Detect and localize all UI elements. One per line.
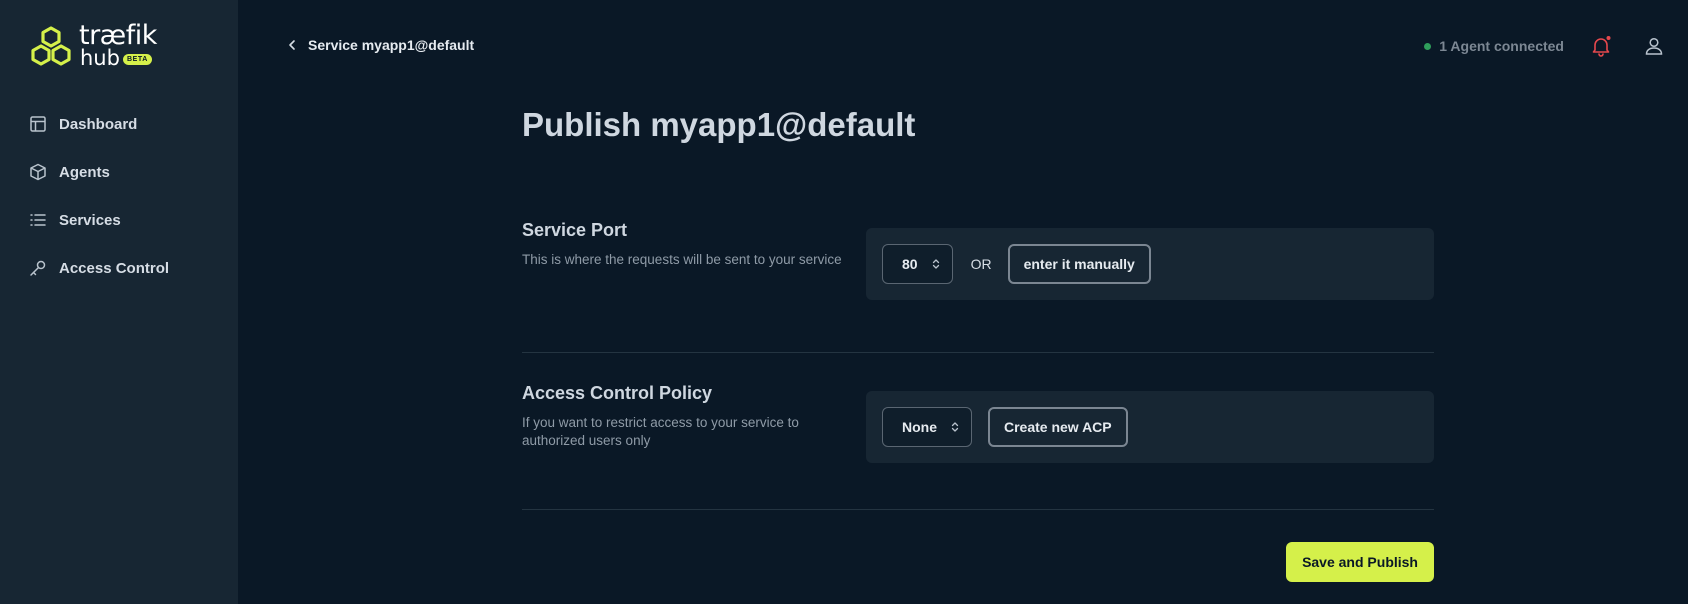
key-icon bbox=[30, 260, 46, 276]
access-control-controls: None Create new ACP bbox=[866, 391, 1434, 463]
sidebar-item-access-control[interactable]: Access Control bbox=[0, 244, 238, 292]
chevron-left-icon bbox=[289, 40, 295, 50]
sidebar-item-dashboard[interactable]: Dashboard bbox=[0, 100, 238, 148]
cube-icon bbox=[30, 163, 46, 181]
action-row: Save and Publish bbox=[522, 510, 1434, 600]
port-select-value: 80 bbox=[902, 256, 918, 272]
page-title: Publish myapp1@default bbox=[522, 106, 916, 143]
create-acp-button[interactable]: Create new ACP bbox=[988, 407, 1128, 447]
agent-status: 1 Agent connected bbox=[1424, 38, 1564, 54]
sidebar-item-label: Agents bbox=[59, 163, 110, 181]
back-link[interactable]: Service myapp1@default bbox=[288, 37, 474, 53]
sidebar-item-label: Access Control bbox=[59, 259, 170, 277]
or-separator: OR bbox=[970, 256, 992, 272]
create-acp-label: Create new ACP bbox=[1004, 419, 1112, 435]
save-and-publish-button[interactable]: Save and Publish bbox=[1286, 542, 1434, 582]
service-port-heading: Service Port bbox=[522, 220, 628, 240]
main-content: Publish myapp1@default Service Port This… bbox=[522, 100, 1434, 600]
brand-subname: hub bbox=[80, 46, 120, 70]
sidebar-item-agents[interactable]: Agents bbox=[0, 148, 238, 196]
access-control-label-group: Access Control Policy If you want to res… bbox=[522, 383, 842, 450]
service-port-label-group: Service Port This is where the requests … bbox=[522, 220, 842, 269]
chevron-up-down-icon bbox=[932, 259, 939, 269]
bell-icon bbox=[1592, 36, 1611, 57]
service-port-section: Service Port This is where the requests … bbox=[522, 203, 1434, 353]
traefik-hub-logo[interactable]: træfik hub BETA bbox=[29, 20, 159, 70]
sidebar: træfik hub BETA Dashboard Agents Service… bbox=[0, 0, 238, 604]
access-control-heading: Access Control Policy bbox=[522, 383, 713, 403]
port-select[interactable]: 80 bbox=[882, 244, 953, 284]
enter-manually-label: enter it manually bbox=[1023, 256, 1135, 272]
access-control-section: Access Control Policy If you want to res… bbox=[522, 353, 1434, 510]
sidebar-item-label: Dashboard bbox=[59, 115, 138, 133]
sidebar-item-label: Services bbox=[59, 211, 121, 229]
user-menu-button[interactable] bbox=[1644, 36, 1664, 61]
service-port-description: This is where the requests will be sent … bbox=[522, 252, 842, 267]
layout-icon bbox=[30, 116, 46, 132]
enter-manually-button[interactable]: enter it manually bbox=[1007, 244, 1151, 284]
user-icon bbox=[1645, 37, 1663, 55]
list-icon bbox=[30, 214, 46, 226]
access-control-description: If you want to restrict access to your s… bbox=[522, 415, 799, 448]
app: træfik hub BETA Dashboard Agents Service… bbox=[0, 0, 1688, 604]
acp-select-value: None bbox=[902, 419, 937, 435]
chevron-up-down-icon bbox=[951, 422, 959, 432]
hexagon-logo-icon bbox=[31, 26, 71, 66]
status-dot-icon bbox=[1424, 42, 1432, 50]
topbar: Service myapp1@default 1 Agent connected bbox=[238, 0, 1688, 94]
agent-status-text: 1 Agent connected bbox=[1439, 38, 1564, 54]
sidebar-nav: Dashboard Agents Services Access Control bbox=[0, 100, 238, 292]
breadcrumb: Service myapp1@default bbox=[308, 37, 475, 53]
service-port-controls: 80 OR enter it manually bbox=[866, 228, 1434, 300]
acp-select[interactable]: None bbox=[882, 407, 972, 447]
save-and-publish-label: Save and Publish bbox=[1302, 554, 1418, 570]
beta-badge: BETA bbox=[123, 54, 152, 65]
sidebar-item-services[interactable]: Services bbox=[0, 196, 238, 244]
notifications-button[interactable] bbox=[1590, 35, 1612, 62]
